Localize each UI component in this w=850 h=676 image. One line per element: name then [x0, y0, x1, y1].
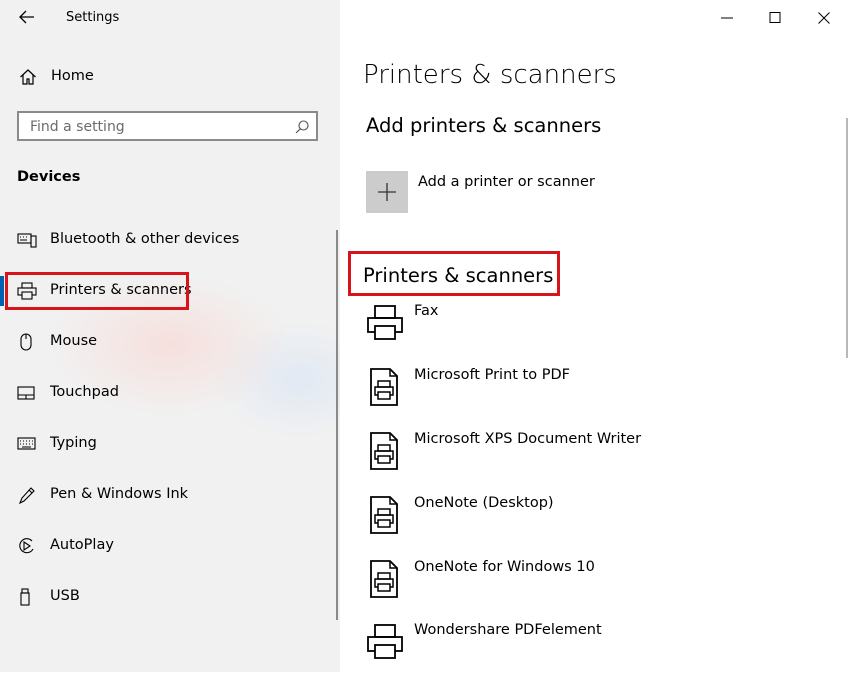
- list-item[interactable]: Microsoft XPS Document Writer: [366, 431, 826, 485]
- sidebar-item-label: USB: [50, 588, 80, 604]
- document-printer-icon: [370, 368, 398, 406]
- page-title: Printers & scanners: [363, 60, 617, 90]
- search-box[interactable]: Find a setting: [17, 111, 318, 141]
- sidebar-item-autoplay[interactable]: AutoPlay: [0, 526, 330, 566]
- list-item[interactable]: Microsoft Print to PDF: [366, 367, 826, 421]
- maximize-icon[interactable]: [767, 10, 783, 26]
- sidebar: Settings Home Find a setting Devices Blu…: [0, 0, 340, 672]
- printer-name: Wondershare PDFelement: [414, 622, 602, 638]
- add-printer-button[interactable]: [366, 171, 408, 213]
- highlight-box: [5, 272, 189, 310]
- back-arrow-icon[interactable]: [16, 6, 38, 28]
- usb-icon: [20, 588, 30, 606]
- search-input[interactable]: Find a setting: [30, 119, 125, 135]
- printer-name: Microsoft XPS Document Writer: [414, 431, 642, 447]
- sidebar-item-mouse[interactable]: Mouse: [0, 322, 330, 362]
- printer-name: Fax: [414, 303, 439, 319]
- printer-name: OneNote (Desktop): [414, 495, 554, 511]
- search-icon[interactable]: [294, 119, 310, 135]
- highlight-box: [348, 251, 560, 296]
- sidebar-item-label: Bluetooth & other devices: [50, 231, 240, 247]
- sidebar-item-label: Pen & Windows Ink: [50, 486, 189, 502]
- autoplay-icon: [19, 538, 34, 554]
- sidebar-item-typing[interactable]: Typing: [0, 424, 330, 464]
- close-icon[interactable]: [816, 10, 832, 26]
- fax-printer-icon: [367, 305, 403, 340]
- list-item[interactable]: OneNote (Desktop): [366, 495, 826, 549]
- mouse-icon: [20, 333, 32, 351]
- list-item[interactable]: Fax: [366, 303, 826, 357]
- document-printer-icon: [370, 496, 398, 534]
- sidebar-item-label: Touchpad: [50, 384, 119, 400]
- sidebar-item-bluetooth[interactable]: Bluetooth & other devices: [0, 220, 330, 260]
- home-link[interactable]: Home: [51, 68, 94, 84]
- keyboard-icon: [17, 437, 36, 450]
- document-printer-icon: [370, 560, 398, 598]
- add-section-title: Add printers & scanners: [366, 114, 602, 137]
- sidebar-item-label: AutoPlay: [50, 537, 114, 553]
- sidebar-item-label: Mouse: [50, 333, 98, 349]
- plus-icon: [378, 183, 396, 201]
- minimize-icon[interactable]: [719, 10, 735, 26]
- section-title: Devices: [17, 169, 81, 185]
- sidebar-item-touchpad[interactable]: Touchpad: [0, 373, 330, 413]
- add-printer-label[interactable]: Add a printer or scanner: [418, 174, 595, 190]
- printer-name: Microsoft Print to PDF: [414, 367, 570, 383]
- sidebar-item-usb[interactable]: USB: [0, 577, 330, 617]
- list-item[interactable]: OneNote for Windows 10: [366, 559, 826, 613]
- home-icon[interactable]: [19, 68, 37, 86]
- touchpad-icon: [17, 386, 35, 400]
- window-title: Settings: [66, 10, 120, 25]
- sidebar-item-label: Typing: [50, 435, 97, 451]
- printer-name: OneNote for Windows 10: [414, 559, 595, 575]
- main-scrollbar[interactable]: [846, 118, 848, 358]
- document-printer-icon: [370, 432, 398, 470]
- keyboard-bluetooth-icon: [17, 233, 37, 248]
- sidebar-scrollbar[interactable]: [336, 230, 338, 620]
- pen-icon: [19, 487, 35, 504]
- list-item[interactable]: Wondershare PDFelement: [366, 622, 826, 676]
- sidebar-item-pen[interactable]: Pen & Windows Ink: [0, 475, 330, 515]
- printer-icon: [367, 624, 403, 659]
